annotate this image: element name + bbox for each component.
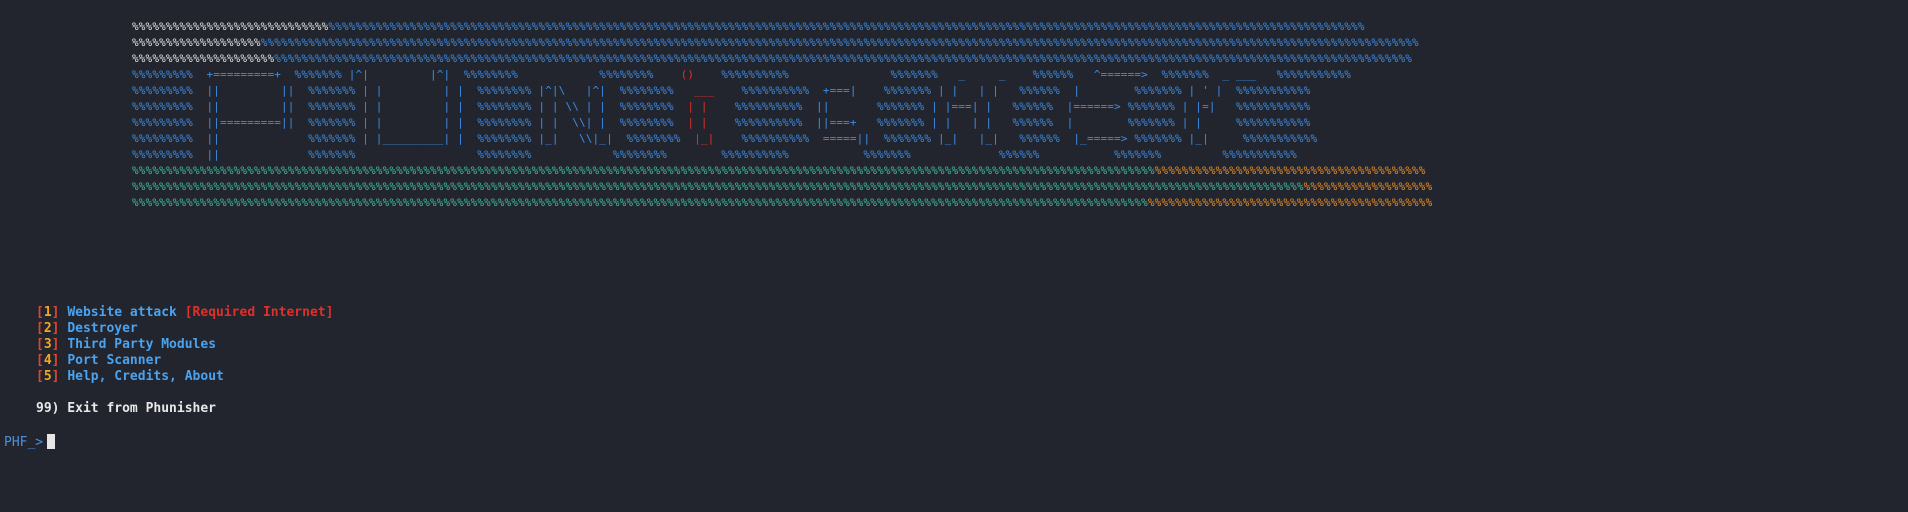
main-menu: [1] Website attack [Required Internet] [… xyxy=(36,305,333,417)
banner-segment: %%%%%%%%%%%%%%%%%%%%%%%%%%%%%%%%%%%%%%%%… xyxy=(274,52,1413,65)
menu-item-label: Third Party Modules xyxy=(67,337,217,352)
banner-segment: %%%%%%%%%% +===| %%%%%%% | | | | %%%%%% … xyxy=(714,84,1311,97)
banner-line: %%%%%%%%%%%%%%%%%%%%%%%%%%%%%%%%%%%%%%%%… xyxy=(132,19,1432,35)
menu-item-label: Port Scanner xyxy=(67,353,162,368)
banner-segment: %%%%%%%%%%%%%%%%%%%%%%%%%%%%%%%%%%%%%%%%… xyxy=(328,20,1365,33)
menu-item-number: 4 xyxy=(43,353,52,368)
menu-item-port-scanner: [4] Port Scanner xyxy=(36,353,162,368)
banner-segment: () xyxy=(680,68,695,81)
banner-line: %%%%%%%%%%%%%%%%%%%%%%%%%%%%%%%%%%%%%%%%… xyxy=(132,51,1432,67)
banner-line: %%%%%%%%%%%%%%%%%%%%%%%%%%%%%%%%%%%%%%%%… xyxy=(132,35,1432,51)
banner-segment: %%%%%%%%% || %%%%%%% | |_________| | %%%… xyxy=(132,132,695,145)
menu-item-label: Help, Credits, About xyxy=(67,369,224,384)
terminal-window: %%%%%%%%%%%%%%%%%%%%%%%%%%%%%%%%%%%%%%%%… xyxy=(0,0,1908,512)
banner-segment: ___ xyxy=(694,84,715,97)
banner-line: %%%%%%%%% || %%%%%%% %%%%%%%% %%%%%%%% %… xyxy=(132,147,1432,163)
banner-line: %%%%%%%%% +=========+ %%%%%%% |^| |^| %%… xyxy=(132,67,1432,83)
banner-line: %%%%%%%%% || || %%%%%%% | | | | %%%%%%%%… xyxy=(132,83,1432,99)
banner-line: %%%%%%%%%%%%%%%%%%%%%%%%%%%%%%%%%%%%%%%%… xyxy=(132,163,1432,179)
banner-line: %%%%%%%%% || || %%%%%%% | | | | %%%%%%%%… xyxy=(132,99,1432,115)
menu-item-destroyer: [2] Destroyer xyxy=(36,321,138,336)
menu-item-note: [Required Internet] xyxy=(184,305,334,320)
command-prompt[interactable]: PHF_> xyxy=(4,434,56,452)
banner-segment: %%%%%%%%% || || %%%%%%% | | | | %%%%%%%%… xyxy=(132,84,695,97)
menu-item-exit: 99) Exit from Phunisher xyxy=(36,401,217,416)
banner-segment: %%%%%%%%%%%%%%%%%%% xyxy=(132,36,261,49)
menu-item-website-attack: [1] Website attack [Required Internet] xyxy=(36,305,334,320)
banner-segment: | | xyxy=(687,100,708,113)
menu-item-label: Destroyer xyxy=(67,321,138,336)
banner-segment: %%%%%%%%%%%%%%%%%%%%%%%%%%%%%%%%%%%%%%%%… xyxy=(1147,196,1433,209)
banner-segment: %%%%%%%%% ||=========|| %%%%%%% | | | | … xyxy=(132,116,688,129)
menu-item-number: 3 xyxy=(43,337,52,352)
menu-item-number: 1 xyxy=(43,305,52,320)
banner-line: %%%%%%%%%%%%%%%%%%%%%%%%%%%%%%%%%%%%%%%%… xyxy=(132,195,1432,211)
banner-segment: %%%%%%%%%%%%%%%%%%%%%%%%%%%%% xyxy=(132,20,329,33)
banner-segment: %%%%%%%%%% || %%%%%%% | |===| | %%%%%% |… xyxy=(707,100,1311,113)
banner-segment: %%%%%%%%% || || %%%%%%% | | | | %%%%%%%%… xyxy=(132,100,688,113)
banner-segment: %%%%%%%%%%%%%%%%%%%%%%%%%%%%%%%%%%%%%%%%… xyxy=(260,36,1419,49)
banner-segment: %%%%%%%%%%%%%%%%%%%%% xyxy=(132,52,275,65)
banner-segment: | | xyxy=(687,116,708,129)
banner-segment: %%%%%%% _ _ %%%%%% ^======> %%%%%%% _ __… xyxy=(809,68,1352,81)
menu-item-label: Website attack xyxy=(67,305,177,320)
banner-line: %%%%%%%%% || %%%%%%% | |_________| | %%%… xyxy=(132,131,1432,147)
banner-segment: %%%%%%%%%%%%%%%%%%%%%%%%%%%%%%%%%%%%%%%%… xyxy=(132,180,1304,193)
menu-item-help: [5] Help, Credits, About xyxy=(36,369,224,384)
banner-segment: %%%%%%%%%% xyxy=(694,68,810,81)
menu-item-number: 2 xyxy=(43,321,52,336)
banner-segment: %%%%%%%%% || %%%%%%% %%%%%%%% %%%%%%%% %… xyxy=(132,148,1297,161)
text-cursor[interactable] xyxy=(47,434,56,449)
banner-line: %%%%%%%%% ||=========|| %%%%%%% | | | | … xyxy=(132,115,1432,131)
banner-segment: %%%%%%%%%% =====|| %%%%%%% |_| |_| %%%%%… xyxy=(714,132,1318,145)
prompt-text: PHF_> xyxy=(4,435,44,450)
ascii-banner: %%%%%%%%%%%%%%%%%%%%%%%%%%%%%%%%%%%%%%%%… xyxy=(132,19,1432,211)
banner-segment: %%%%%%%%% +=========+ %%%%%%% |^| |^| %%… xyxy=(132,68,681,81)
banner-segment: %%%%%%%%%%%%%%%%%%%%%%%%%%%%%%%%%%%%%%%%… xyxy=(132,164,1155,177)
banner-segment: %%%%%%%%%%%%%%%%%%%%%%%%%%%%%%%%%%%%%%%%… xyxy=(132,196,1148,209)
banner-line: %%%%%%%%%%%%%%%%%%%%%%%%%%%%%%%%%%%%%%%%… xyxy=(132,179,1432,195)
banner-segment: %%%%%%%%%% ||===+ %%%%%%% | | | | %%%%%%… xyxy=(707,116,1311,129)
banner-segment: %%%%%%%%%%%%%%%%%%%%%%%%%%%%%%%%%%%%%%%% xyxy=(1154,164,1426,177)
banner-segment: %%%%%%%%%%%%%%%%%%% xyxy=(1303,180,1433,193)
menu-item-number: 5 xyxy=(43,369,52,384)
menu-item-third-party-modules: [3] Third Party Modules xyxy=(36,337,217,352)
banner-segment: |_| xyxy=(694,132,715,145)
